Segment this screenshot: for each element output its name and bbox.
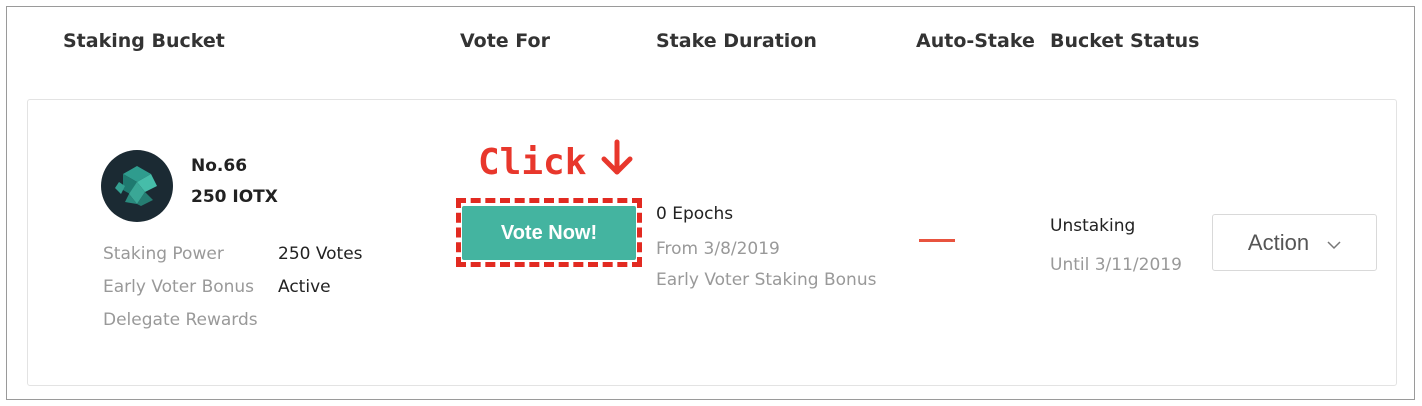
early-voter-bonus-value: Active [278, 277, 331, 297]
bucket-status-state: Unstaking [1050, 216, 1136, 236]
stake-duration-from: From 3/8/2019 [656, 239, 780, 259]
auto-stake-indicator [919, 239, 955, 242]
header-staking-bucket: Staking Bucket [63, 30, 225, 52]
vote-now-button[interactable]: Vote Now! [462, 206, 636, 260]
header-auto-stake: Auto-Stake [916, 30, 1035, 52]
action-label: Action [1247, 229, 1310, 255]
bucket-amount: 250 IOTX [191, 187, 278, 207]
early-voter-bonus-label: Early Voter Bonus [103, 277, 255, 297]
header-bucket-status: Bucket Status [1050, 30, 1200, 52]
header-stake-duration: Stake Duration [656, 30, 817, 52]
arrow-down-icon [600, 139, 634, 186]
action-dropdown[interactable]: Action [1212, 214, 1377, 271]
chevron-down-icon [1327, 230, 1341, 256]
bucket-status-until: Until 3/11/2019 [1050, 255, 1182, 275]
header-vote-for: Vote For [460, 30, 550, 52]
delegate-rewards-label: Delegate Rewards [103, 310, 258, 330]
staking-power-value: 250 Votes [278, 244, 363, 264]
bucket-number: No.66 [191, 156, 248, 176]
stake-duration-bonus: Early Voter Staking Bonus [656, 270, 877, 290]
stake-duration-epochs: 0 Epochs [656, 204, 734, 224]
click-annotation: Click [478, 139, 634, 186]
click-annotation-text: Click [478, 142, 587, 183]
iotex-logo-icon [101, 150, 173, 222]
staking-power-label: Staking Power [103, 244, 224, 264]
